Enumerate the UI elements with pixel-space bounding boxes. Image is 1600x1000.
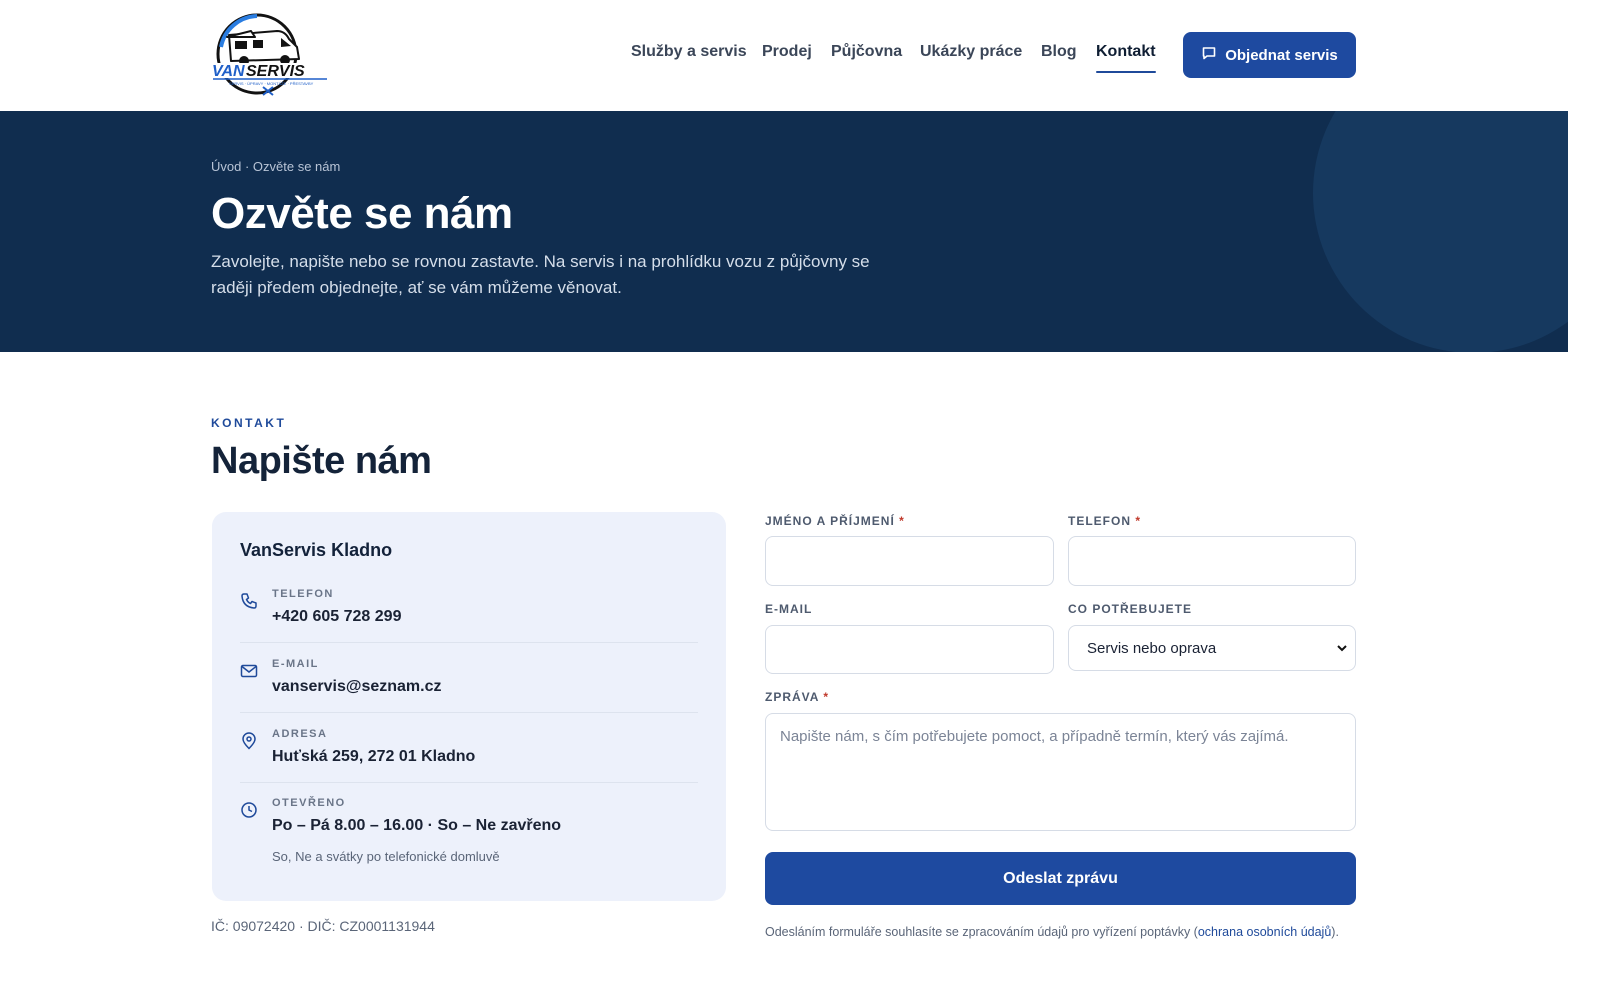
svg-text:SERVIS: SERVIS <box>246 63 305 80</box>
contact-email: E-MAIL vanservis@seznam.cz <box>240 658 698 718</box>
required-mark: * <box>899 514 905 528</box>
breadcrumb[interactable]: Úvod · Ozvěte se nám <box>211 159 340 174</box>
need-label-text: CO POTŘEBUJETE <box>1068 602 1193 616</box>
privacy-link[interactable]: ochrana osobních údajů <box>1198 925 1331 939</box>
name-label-text: JMÉNO A PŘÍJMENÍ <box>765 514 895 528</box>
consent-note: Odesláním formuláře souhlasíte se zpraco… <box>765 922 1345 943</box>
required-mark: * <box>823 690 830 704</box>
message-label-text: ZPRÁVA <box>765 690 819 704</box>
divider <box>240 642 698 643</box>
divider <box>240 782 698 783</box>
chevron-down-icon <box>1335 641 1349 655</box>
name-label: JMÉNO A PŘÍJMENÍ * <box>765 514 905 528</box>
need-label: CO POTŘEBUJETE <box>1068 602 1192 616</box>
message-textarea[interactable] <box>765 713 1356 831</box>
email-label: E-MAIL <box>272 658 319 670</box>
nav-item-ukazky[interactable]: Ukázky práce <box>920 43 1022 75</box>
submit-button[interactable]: Odeslat zprávu <box>765 852 1356 905</box>
message-label: ZPRÁVA * <box>765 690 829 704</box>
nav-item-prodej[interactable]: Prodej <box>762 43 812 75</box>
need-select-value: Servis nebo oprava <box>1087 639 1217 657</box>
mail-icon <box>240 662 258 680</box>
hero-banner: Úvod · Ozvěte se nám Ozvěte se nám Zavol… <box>0 111 1568 352</box>
contact-card: VanServis Kladno TELEFON +420 605 728 29… <box>212 512 726 901</box>
consent-end: ). <box>1331 925 1339 939</box>
consent-text: Odesláním formuláře souhlasíte se zpraco… <box>765 925 1198 939</box>
email-field-label-text: E-MAIL <box>765 602 813 616</box>
address-label: ADRESA <box>272 728 328 740</box>
company-ids: IČ: 09072420 · DIČ: CZ0001131944 <box>211 918 435 934</box>
contact-hours: OTEVŘENO Po – Pá 8.00 – 16.00 · So – Ne … <box>240 797 698 877</box>
clock-icon <box>240 801 258 819</box>
need-select[interactable]: Servis nebo oprava <box>1068 625 1356 671</box>
section-eyebrow: KONTAKT <box>211 416 287 430</box>
nav-item-sluzby[interactable]: Služby a servis <box>631 43 747 75</box>
decorative-circle <box>1313 111 1568 352</box>
svg-text:VAN: VAN <box>212 63 245 80</box>
phone-field-label-text: TELEFON <box>1068 514 1131 528</box>
card-title: VanServis Kladno <box>240 540 393 560</box>
site-header: VAN SERVIS SERVIS · ÚPRAVY · MONTÁŽE · P… <box>0 0 1568 111</box>
required-mark: * <box>1135 514 1142 528</box>
section-title: Napište nám <box>211 440 432 482</box>
page-title: Ozvěte se nám <box>211 189 513 238</box>
vanservis-logo[interactable]: VAN SERVIS SERVIS · ÚPRAVY · MONTÁŽE · P… <box>211 13 329 97</box>
divider <box>240 712 698 713</box>
phone-input[interactable] <box>1068 536 1356 586</box>
svg-text:SERVIS · ÚPRAVY · MONTÁŽE · PŘ: SERVIS · ÚPRAVY · MONTÁŽE · PŘESTAVBY <box>229 81 314 86</box>
hours-note: So, Ne a svátky po telefonické domluvě <box>272 849 500 864</box>
phone-label: TELEFON <box>272 588 334 600</box>
hours-label: OTEVŘENO <box>272 797 346 809</box>
nav-item-pujcovna[interactable]: Půjčovna <box>831 43 902 75</box>
name-input[interactable] <box>765 536 1054 586</box>
address-value: Huťská 259, 272 01 Kladno <box>272 748 476 765</box>
contact-phone: TELEFON +420 605 728 299 <box>240 588 698 648</box>
email-input[interactable] <box>765 625 1054 674</box>
order-service-button[interactable]: Objednat servis <box>1183 32 1356 78</box>
map-pin-icon <box>240 732 258 750</box>
phone-value[interactable]: +420 605 728 299 <box>272 608 401 626</box>
chat-icon <box>1201 45 1217 65</box>
hero-lead: Zavolejte, napište nebo se rovnou zastav… <box>211 252 870 297</box>
nav-item-blog[interactable]: Blog <box>1041 43 1077 75</box>
order-service-label: Objednat servis <box>1225 46 1338 64</box>
hours-value: Po – Pá 8.00 – 16.00 · So – Ne zavřeno <box>272 817 562 834</box>
phone-field-label: TELEFON * <box>1068 514 1141 528</box>
email-value[interactable]: vanservis@seznam.cz <box>272 678 441 696</box>
email-field-label: E-MAIL <box>765 602 812 616</box>
phone-icon <box>240 592 258 610</box>
nav-item-kontakt[interactable]: Kontakt <box>1096 43 1156 75</box>
contact-address: ADRESA Huťská 259, 272 01 Kladno <box>240 728 698 788</box>
